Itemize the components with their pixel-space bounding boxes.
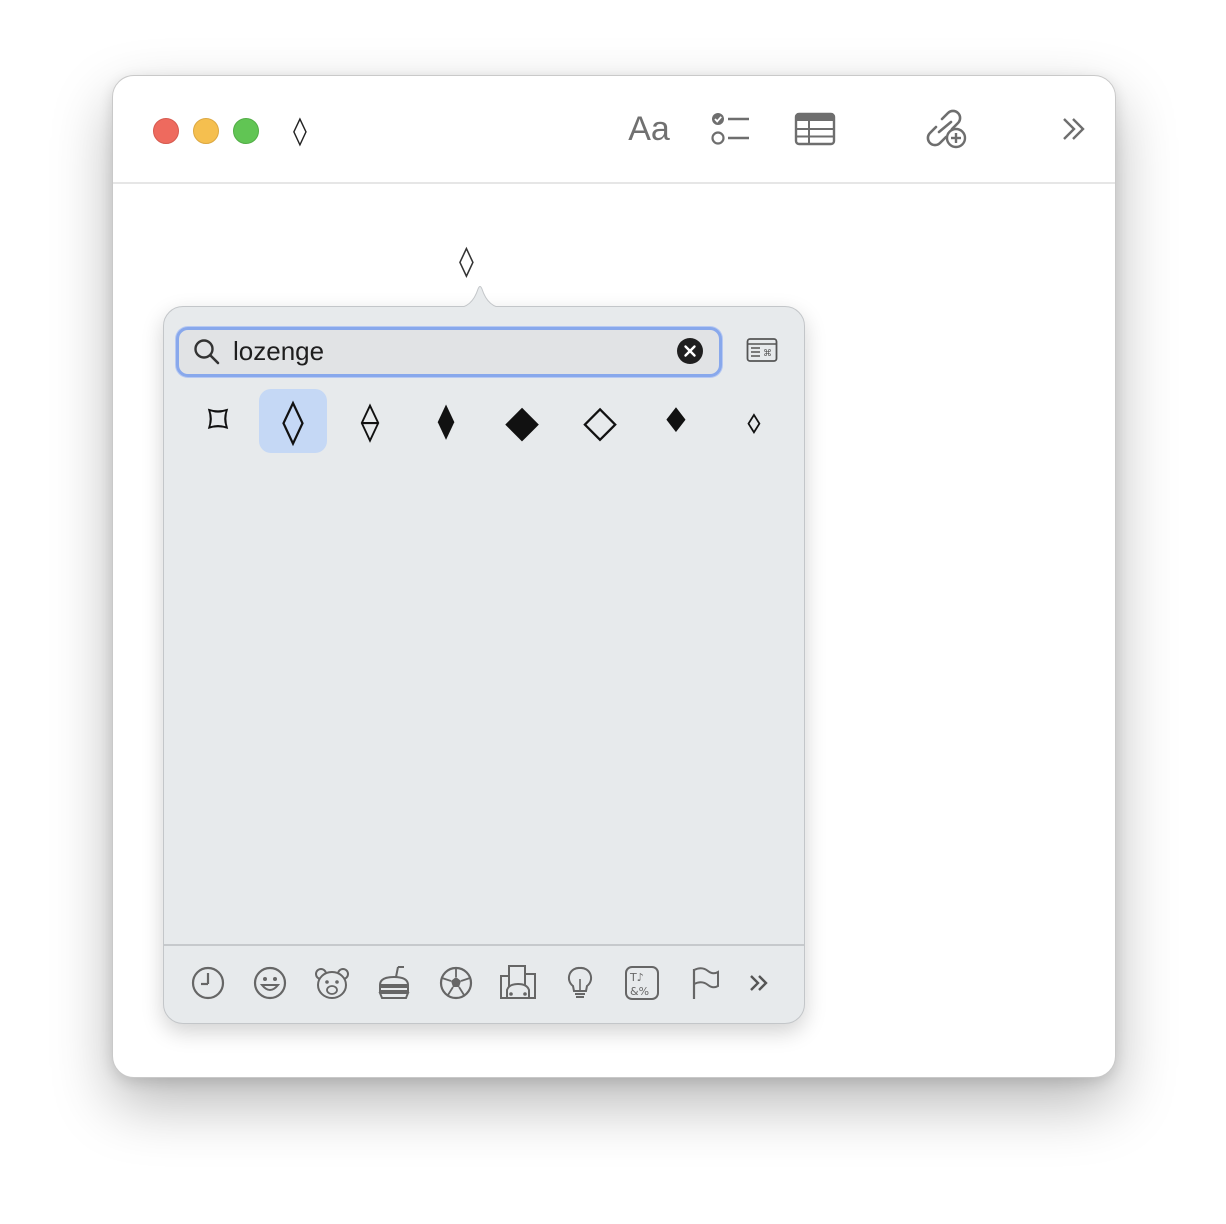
search-icon	[194, 339, 220, 365]
search-input[interactable]: lozenge	[233, 336, 324, 367]
category-flags[interactable]	[684, 963, 724, 1003]
chevron-double-right-icon	[1063, 118, 1085, 140]
svg-text:&%: &%	[630, 985, 649, 998]
category-symbols[interactable]: T♪ &%	[622, 963, 662, 1003]
symbols-icon: T♪ &%	[625, 966, 659, 1000]
search-results: ⌑ ◊ ⟠ ⧫ ◆ ◇ ♦ ⬨	[184, 389, 788, 453]
bear-icon	[315, 968, 349, 999]
category-animals[interactable]	[312, 963, 352, 1003]
category-recent[interactable]	[188, 963, 228, 1003]
character-viewer-popover: lozenge ⌘ ⌑ ◊ ⟠ ⧫ ◆ ◇ ♦ ⬨ T♪ &%	[163, 286, 805, 1024]
result-white-medium-lozenge[interactable]: ⬨	[720, 389, 788, 453]
close-button[interactable]	[153, 118, 179, 144]
more-toolbar-button[interactable]	[1057, 104, 1091, 154]
collaborate-button[interactable]	[923, 104, 969, 154]
result-black-diamond[interactable]: ◆	[488, 389, 556, 453]
result-lozenge[interactable]: ◊	[259, 389, 327, 453]
notes-window: ◊ Aa ◊ lozenge ⌘ ⌑ ◊ ⟠ ⧫ ◆ ◇ ♦ ⬨ T♪ &%	[112, 75, 1116, 1078]
clock-icon	[191, 966, 225, 1000]
category-activity[interactable]	[436, 963, 476, 1003]
buildings-icon	[500, 965, 536, 999]
flag-icon	[692, 967, 719, 999]
food-icon	[378, 966, 410, 999]
table-button[interactable]	[793, 104, 837, 154]
category-more[interactable]	[740, 963, 780, 1003]
svg-text:T♪: T♪	[629, 971, 644, 984]
checklist-icon	[711, 113, 749, 145]
checklist-button[interactable]	[709, 104, 753, 154]
result-black-lozenge[interactable]: ⧫	[412, 389, 480, 453]
zoom-button[interactable]	[233, 118, 259, 144]
clear-search-button[interactable]	[677, 338, 703, 364]
result-lozenge-divided[interactable]: ⟠	[336, 389, 404, 453]
document-text[interactable]: ◊	[459, 244, 474, 279]
svg-text:⌘: ⌘	[763, 349, 772, 359]
category-travel[interactable]	[498, 963, 538, 1003]
character-viewer-toggle-button[interactable]: ⌘	[746, 337, 778, 363]
category-objects[interactable]	[560, 963, 600, 1003]
minimize-button[interactable]	[193, 118, 219, 144]
close-icon	[684, 345, 696, 357]
window-title: ◊	[293, 114, 307, 147]
titlebar: ◊ Aa	[113, 76, 1115, 184]
chevron-double-right-icon	[750, 975, 768, 991]
search-field[interactable]: lozenge	[176, 327, 722, 377]
category-divider	[164, 944, 804, 946]
soccer-ball-icon	[439, 966, 473, 1000]
category-bar: T♪ &%	[184, 957, 794, 1011]
popover-arrow	[456, 286, 504, 309]
table-icon	[794, 112, 836, 146]
result-small-black-diamond[interactable]: ♦	[642, 389, 710, 453]
result-white-diamond[interactable]: ◇	[566, 389, 634, 453]
smiley-icon	[253, 966, 287, 1000]
category-smileys[interactable]	[250, 963, 290, 1003]
link-add-icon	[926, 109, 967, 149]
keyboard-viewer-icon: ⌘	[746, 338, 778, 362]
result-square-lozenge[interactable]: ⌑	[184, 389, 252, 453]
format-button[interactable]: Aa	[623, 104, 675, 154]
lightbulb-icon	[567, 966, 593, 998]
category-food[interactable]	[374, 963, 414, 1003]
